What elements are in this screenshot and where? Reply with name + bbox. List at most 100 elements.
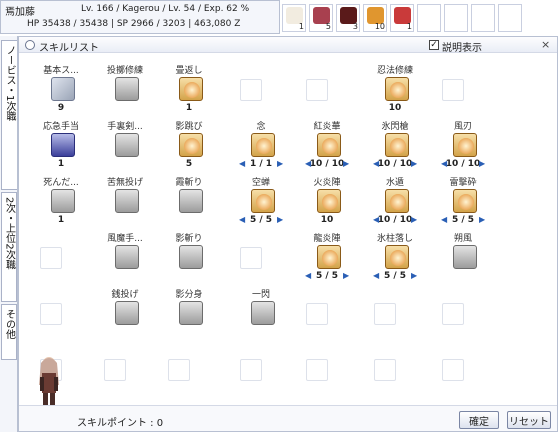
skill-name: 影跳び	[175, 122, 203, 132]
hotbar-count: 1	[298, 22, 304, 31]
level-down-icon[interactable]: ◀	[239, 215, 245, 224]
lock-skill-icon[interactable]	[115, 245, 139, 269]
skill-name: 影斬り	[175, 234, 203, 244]
hotbar-slot[interactable]	[471, 4, 495, 32]
scroll-skill-icon[interactable]	[385, 133, 409, 157]
level-down-icon[interactable]: ◀	[373, 215, 379, 224]
skill-name: 風魔手...	[107, 234, 143, 244]
hotbar-slot[interactable]: 1	[282, 4, 306, 32]
level-up-icon[interactable]: ▶	[343, 159, 349, 168]
hotbar-slot[interactable]	[444, 4, 468, 32]
empty-skill-slot	[442, 79, 464, 101]
empty-skill-slot	[374, 303, 396, 325]
scroll-skill-icon[interactable]	[385, 245, 409, 269]
hotbar-slot[interactable]: 10	[363, 4, 387, 32]
hotbar-slot[interactable]: 3	[336, 4, 360, 32]
close-icon[interactable]: ×	[541, 38, 550, 51]
scroll-skill-icon[interactable]	[179, 77, 203, 101]
skill-level: 9	[57, 103, 65, 113]
hotbar-count: 10	[374, 22, 385, 31]
lock-skill-icon[interactable]	[251, 301, 275, 325]
hotbar-slot[interactable]: 5	[309, 4, 333, 32]
window-title: スキルリスト	[39, 43, 99, 54]
window-titlebar[interactable]: スキルリスト ✓ 説明表示 ×	[19, 37, 557, 54]
skill-cell[interactable]: 銭投げ	[93, 285, 157, 351]
scroll-skill-icon[interactable]	[251, 133, 275, 157]
skill-name: 火炎陣	[313, 178, 341, 188]
level-up-icon[interactable]: ▶	[277, 159, 283, 168]
skill-cell[interactable]: 朔風	[431, 229, 495, 295]
hotbar-count: 5	[325, 22, 331, 31]
level-up-icon[interactable]: ▶	[277, 215, 283, 224]
tab-other[interactable]: その他	[1, 304, 17, 360]
hotbar-slot[interactable]	[498, 4, 522, 32]
level-up-icon[interactable]: ▶	[479, 159, 485, 168]
level-up-icon[interactable]: ▶	[411, 215, 417, 224]
empty-skill-slot	[442, 359, 464, 381]
skill-cell[interactable]: 一閃	[229, 285, 293, 351]
empty-skill-slot	[442, 303, 464, 325]
scroll-skill-icon[interactable]	[179, 133, 203, 157]
skill-name: 朔風	[453, 234, 472, 244]
skill-name: 龍炎陣	[313, 234, 341, 244]
level-down-icon[interactable]: ◀	[373, 159, 379, 168]
book-skill-icon[interactable]	[51, 77, 75, 101]
skill-cell[interactable]: 龍炎陣 5 / 5 ◀ ▶	[295, 229, 359, 295]
lock-skill-icon[interactable]	[453, 245, 477, 269]
skill-name: 投擲修練	[106, 66, 143, 76]
tab-second-class[interactable]: 2次・上位2次職	[1, 192, 17, 302]
scroll-skill-icon[interactable]	[317, 133, 341, 157]
empty-skill-slot	[240, 247, 262, 269]
level-down-icon[interactable]: ◀	[441, 215, 447, 224]
lock-skill-icon[interactable]	[115, 301, 139, 325]
scroll-skill-icon[interactable]	[385, 189, 409, 213]
skill-name: 水遁	[385, 178, 404, 188]
skill-cell[interactable]: 氷柱落し 5 / 5 ◀ ▶	[363, 229, 427, 295]
scroll-skill-icon[interactable]	[251, 189, 275, 213]
scroll-skill-icon[interactable]	[453, 133, 477, 157]
level-up-icon[interactable]: ▶	[343, 271, 349, 280]
blue-skill-icon[interactable]	[51, 133, 75, 157]
level-down-icon[interactable]: ◀	[239, 159, 245, 168]
scroll-skill-icon[interactable]	[317, 189, 341, 213]
lock-skill-icon[interactable]	[179, 245, 203, 269]
lock-skill-icon[interactable]	[179, 301, 203, 325]
level-up-icon[interactable]: ▶	[479, 215, 485, 224]
skill-cell[interactable]: 死んだ... 1	[29, 173, 93, 239]
level-up-icon[interactable]: ▶	[411, 159, 417, 168]
skill-name: 氷閃槍	[381, 122, 409, 132]
skill-name: 紅炎華	[313, 122, 341, 132]
skill-name: 雷撃砕	[449, 178, 477, 188]
lock-skill-icon[interactable]	[51, 189, 75, 213]
skill-name: 一閃	[251, 290, 270, 300]
skill-level: 10	[320, 215, 334, 225]
level-down-icon[interactable]: ◀	[305, 271, 311, 280]
lock-skill-icon[interactable]	[115, 189, 139, 213]
level-up-icon[interactable]: ▶	[411, 271, 417, 280]
confirm-button[interactable]: 確定	[459, 411, 499, 429]
reset-button[interactable]: リセット	[507, 411, 551, 429]
level-down-icon[interactable]: ◀	[373, 271, 379, 280]
scroll-skill-icon[interactable]	[385, 77, 409, 101]
scroll-skill-icon[interactable]	[317, 245, 341, 269]
skill-list-window: スキルリスト ✓ 説明表示 × 基本ス... 9 投擲修練 畳返し 1 忍法修練 10 応急手…	[18, 36, 558, 432]
empty-skill-slot	[306, 359, 328, 381]
skill-name: 応急手当	[42, 122, 79, 132]
tab-novice-first-class[interactable]: ノービス・1次職	[1, 40, 17, 190]
lock-skill-icon[interactable]	[179, 189, 203, 213]
skill-cell[interactable]: 空蝉 5 / 5 ◀ ▶	[229, 173, 293, 239]
empty-skill-slot	[40, 303, 62, 325]
skill-cell[interactable]: 影分身	[157, 285, 221, 351]
empty-skill-slot	[168, 359, 190, 381]
level-down-icon[interactable]: ◀	[441, 159, 447, 168]
lock-skill-icon[interactable]	[115, 133, 139, 157]
lock-skill-icon[interactable]	[115, 77, 139, 101]
empty-skill-slot	[240, 79, 262, 101]
hotbar-slot[interactable]	[417, 4, 441, 32]
character-status-bar: 焉加藤 Lv. 166 / Kagerou / Lv. 54 / Exp. 62…	[0, 0, 280, 34]
empty-skill-slot	[306, 79, 328, 101]
hotbar-slot[interactable]: 1	[390, 4, 414, 32]
scroll-skill-icon[interactable]	[453, 189, 477, 213]
level-down-icon[interactable]: ◀	[305, 159, 311, 168]
show-description-checkbox[interactable]: ✓	[429, 40, 439, 50]
